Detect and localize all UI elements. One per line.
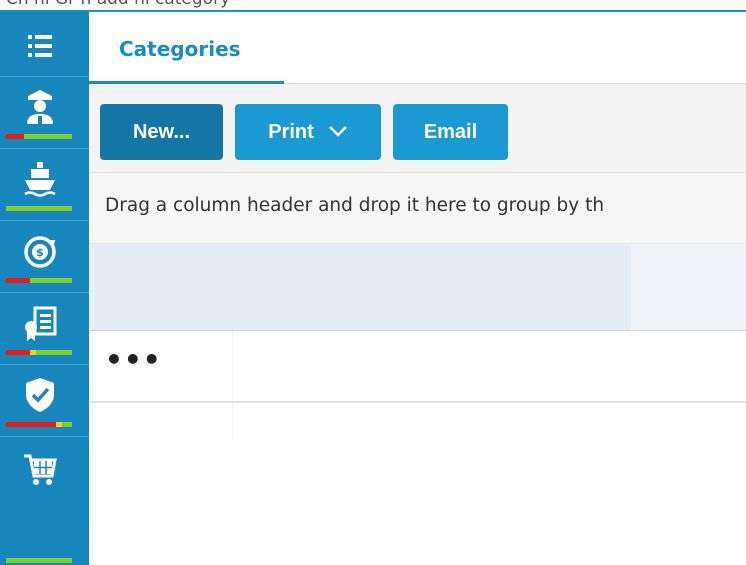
sidebar-item-vessels[interactable] (0, 150, 89, 218)
window-title-strip: Ch nl Gr n add nl category (0, 0, 746, 12)
sidebar-item-menu[interactable] (0, 12, 89, 80)
sidebar-divider (0, 148, 89, 149)
sidebar-item-certificates[interactable] (0, 294, 89, 362)
toolbar: New... Print Email (89, 84, 746, 173)
sidebar-item-safety[interactable] (0, 366, 89, 434)
group-by-panel[interactable]: Drag a column header and drop it here to… (89, 173, 746, 244)
tab-categories[interactable]: Categories (89, 12, 284, 84)
new-button-label: New... (132, 120, 191, 143)
tab-categories-label: Categories (119, 37, 241, 61)
sidebar-divider (0, 220, 89, 221)
purchasing-status-bar-visible (6, 558, 72, 563)
certificates-status-bar (6, 350, 72, 355)
list-icon (28, 35, 52, 57)
shield-check-icon (26, 378, 54, 412)
sidebar-item-finance[interactable]: $ (0, 222, 89, 290)
chevron-down-icon (328, 121, 348, 144)
vessels-status-bar (6, 206, 72, 211)
sidebar-item-purchasing[interactable] (0, 438, 89, 563)
email-button[interactable]: Email (393, 104, 508, 160)
safety-status-bar (6, 422, 72, 427)
print-button-label: Print (268, 120, 314, 143)
svg-text:$: $ (36, 246, 44, 259)
column-resize-guide (232, 310, 243, 440)
tab-bar: Categories (89, 12, 746, 84)
grid-header-cell[interactable] (89, 244, 631, 330)
group-by-hint: Drag a column header and drop it here to… (105, 195, 605, 216)
row-actions-menu[interactable]: ••• (105, 343, 162, 376)
sidebar-item-crew[interactable] (0, 78, 89, 146)
crew-status-bar (6, 134, 72, 139)
cart-icon (24, 454, 57, 485)
finance-status-bar (6, 278, 72, 283)
sidebar-divider (0, 436, 89, 437)
grid-header-row (89, 244, 746, 331)
sidebar-divider (0, 364, 89, 365)
sidebar-divider (0, 292, 89, 293)
table-row[interactable]: ••• (89, 331, 746, 403)
captain-icon (27, 90, 53, 124)
grid-header-cell[interactable] (631, 244, 746, 330)
certificate-icon (25, 306, 57, 341)
window-title: Ch nl Gr n add nl category (6, 0, 230, 9)
sidebar: $ (0, 12, 89, 565)
new-button[interactable]: New... (100, 104, 223, 160)
sidebar-divider (0, 76, 89, 77)
ship-icon (24, 162, 56, 197)
email-button-label: Email (423, 120, 478, 143)
print-button[interactable]: Print (235, 104, 381, 160)
dollar-cycle-icon: $ (24, 236, 56, 268)
